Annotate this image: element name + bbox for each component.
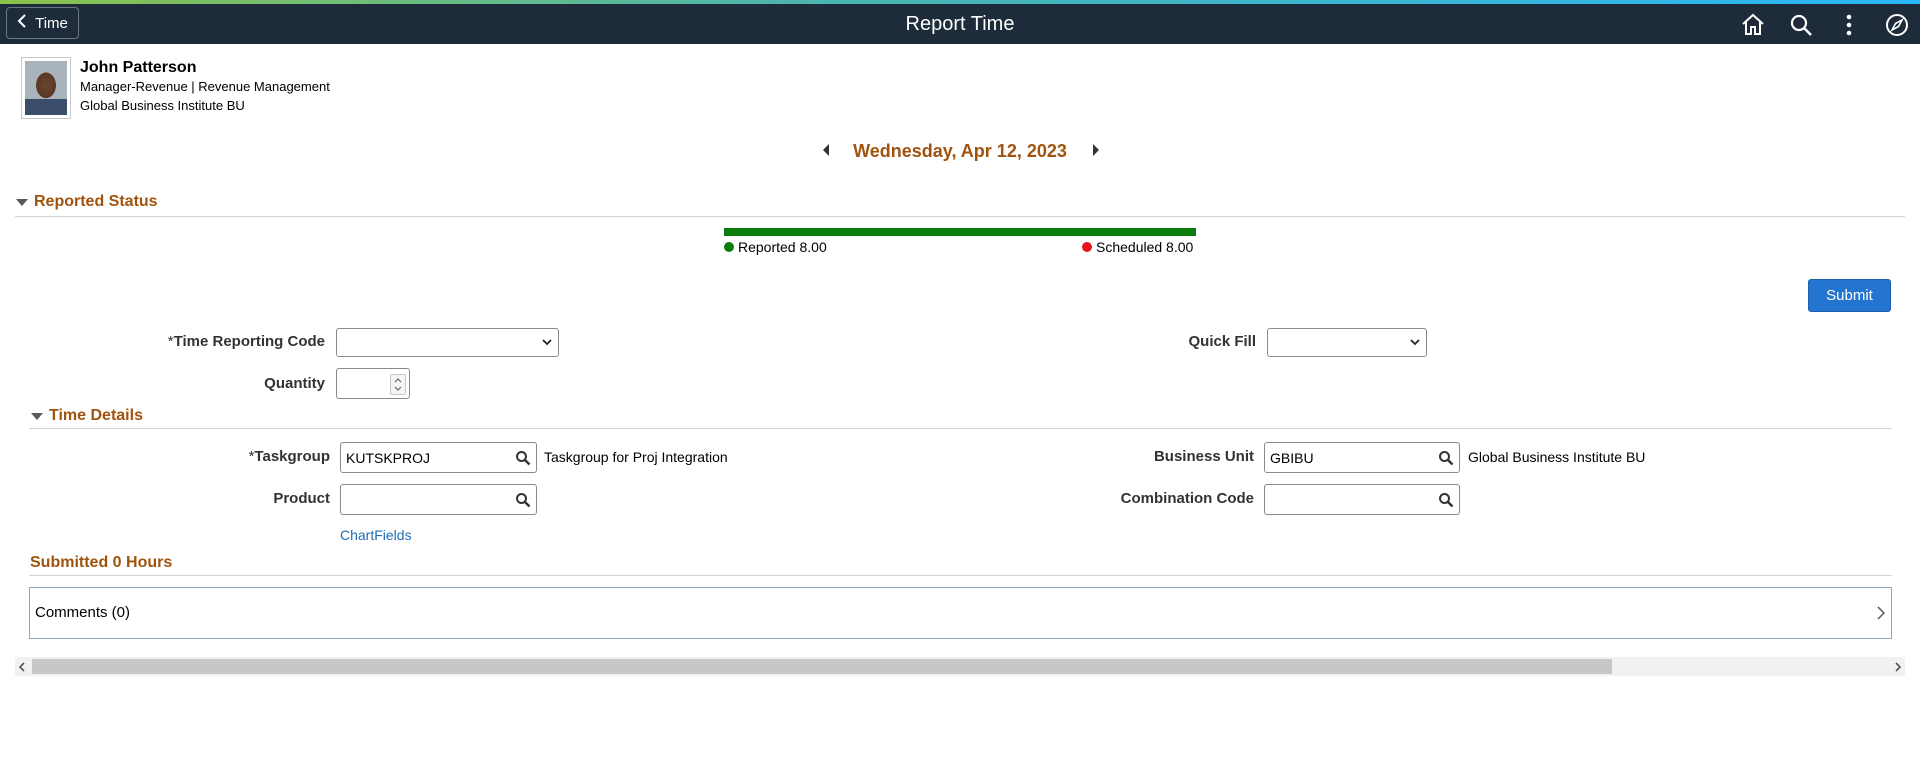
employee-business-unit: Global Business Institute BU: [80, 98, 245, 113]
section-divider: [15, 216, 1905, 217]
submitted-hours-heading: Submitted 0 Hours: [30, 554, 172, 572]
collapse-triangle-icon: [16, 198, 28, 206]
reported-status-heading: Reported Status: [34, 193, 158, 210]
scheduled-dot-icon: [1082, 242, 1092, 252]
comments-row[interactable]: Comments (0): [29, 587, 1892, 639]
reported-status-section-toggle[interactable]: Reported Status: [16, 193, 158, 211]
search-icon[interactable]: [1788, 12, 1814, 38]
chartfields-link[interactable]: ChartFields: [340, 527, 412, 543]
submit-button[interactable]: Submit: [1808, 279, 1891, 312]
combination-code-label: Combination Code: [1120, 490, 1254, 507]
reported-dot-icon: [724, 242, 734, 252]
comments-label: Comments (0): [35, 604, 131, 621]
avatar: [21, 57, 71, 119]
combination-code-lookup-field[interactable]: [1264, 484, 1460, 515]
product-lookup-field[interactable]: [340, 484, 537, 515]
scheduled-value: Scheduled 8.00: [1096, 239, 1194, 255]
submitted-hours-heading-text: Submitted 0 Hours: [30, 554, 173, 571]
time-details-heading: Time Details: [49, 407, 143, 424]
chevron-left-icon: [17, 14, 27, 32]
employee-name: John Patterson: [80, 59, 197, 76]
lookup-search-icon[interactable]: [515, 492, 531, 508]
time-details-section-toggle[interactable]: Time Details: [31, 407, 143, 425]
taskgroup-value: KUTSKPROJ: [346, 450, 431, 466]
time-reporting-code-select[interactable]: [336, 328, 559, 357]
taskgroup-label: *Taskgroup: [249, 448, 330, 465]
reported-legend: Reported 8.00: [724, 239, 827, 255]
back-button[interactable]: Time: [6, 7, 79, 39]
page-title: Report Time: [905, 13, 1015, 35]
quantity-stepper[interactable]: [336, 368, 410, 399]
scroll-left-icon[interactable]: [18, 662, 26, 672]
business-unit-value: GBIBU: [1270, 450, 1314, 466]
time-reporting-code-label: *Time Reporting Code: [168, 333, 325, 350]
chevron-right-icon: [1877, 606, 1885, 620]
business-unit-lookup-field[interactable]: GBIBU: [1264, 442, 1460, 473]
scheduled-legend: Scheduled 8.00: [1082, 239, 1193, 255]
lookup-search-icon[interactable]: [1438, 492, 1454, 508]
business-unit-label: Business Unit: [1153, 448, 1254, 465]
back-button-label: Time: [35, 14, 68, 32]
chevron-down-icon: [542, 339, 552, 346]
horizontal-scrollbar[interactable]: [15, 657, 1905, 676]
reported-value: Reported 8.00: [738, 239, 827, 255]
collapse-triangle-icon: [31, 412, 43, 420]
business-unit-description: Global Business Institute BU: [1468, 449, 1646, 465]
app-header: Time Report Time: [0, 4, 1920, 44]
section-divider: [29, 428, 1892, 429]
scrollbar-thumb[interactable]: [32, 659, 1612, 674]
time-reporting-code-label-text: Time Reporting Code: [173, 333, 325, 350]
chevron-down-icon: [1410, 339, 1420, 346]
spin-arrows-icon[interactable]: [390, 374, 406, 395]
more-options-icon[interactable]: [1836, 12, 1862, 38]
quick-fill-select[interactable]: [1267, 328, 1427, 357]
lookup-search-icon[interactable]: [515, 450, 531, 466]
taskgroup-description: Taskgroup for Proj Integration: [544, 449, 728, 465]
current-date: Wednesday, Apr 12, 2023: [853, 141, 1067, 161]
home-icon[interactable]: [1740, 12, 1766, 38]
product-label: Product: [273, 490, 330, 507]
date-navigator: Wednesday, Apr 12, 2023: [0, 138, 1920, 162]
lookup-search-icon[interactable]: [1438, 450, 1454, 466]
reported-progress-bar: [724, 228, 1196, 236]
scroll-right-icon[interactable]: [1894, 662, 1902, 672]
quantity-label: Quantity: [264, 375, 325, 392]
taskgroup-label-text: Taskgroup: [254, 448, 330, 465]
employee-title: Manager-Revenue | Revenue Management: [80, 79, 330, 94]
section-divider: [29, 575, 1892, 576]
quick-fill-label: Quick Fill: [1188, 333, 1256, 350]
navbar-icon[interactable]: [1884, 12, 1910, 38]
taskgroup-lookup-field[interactable]: KUTSKPROJ: [340, 442, 537, 473]
next-date-icon[interactable]: [1090, 142, 1102, 158]
